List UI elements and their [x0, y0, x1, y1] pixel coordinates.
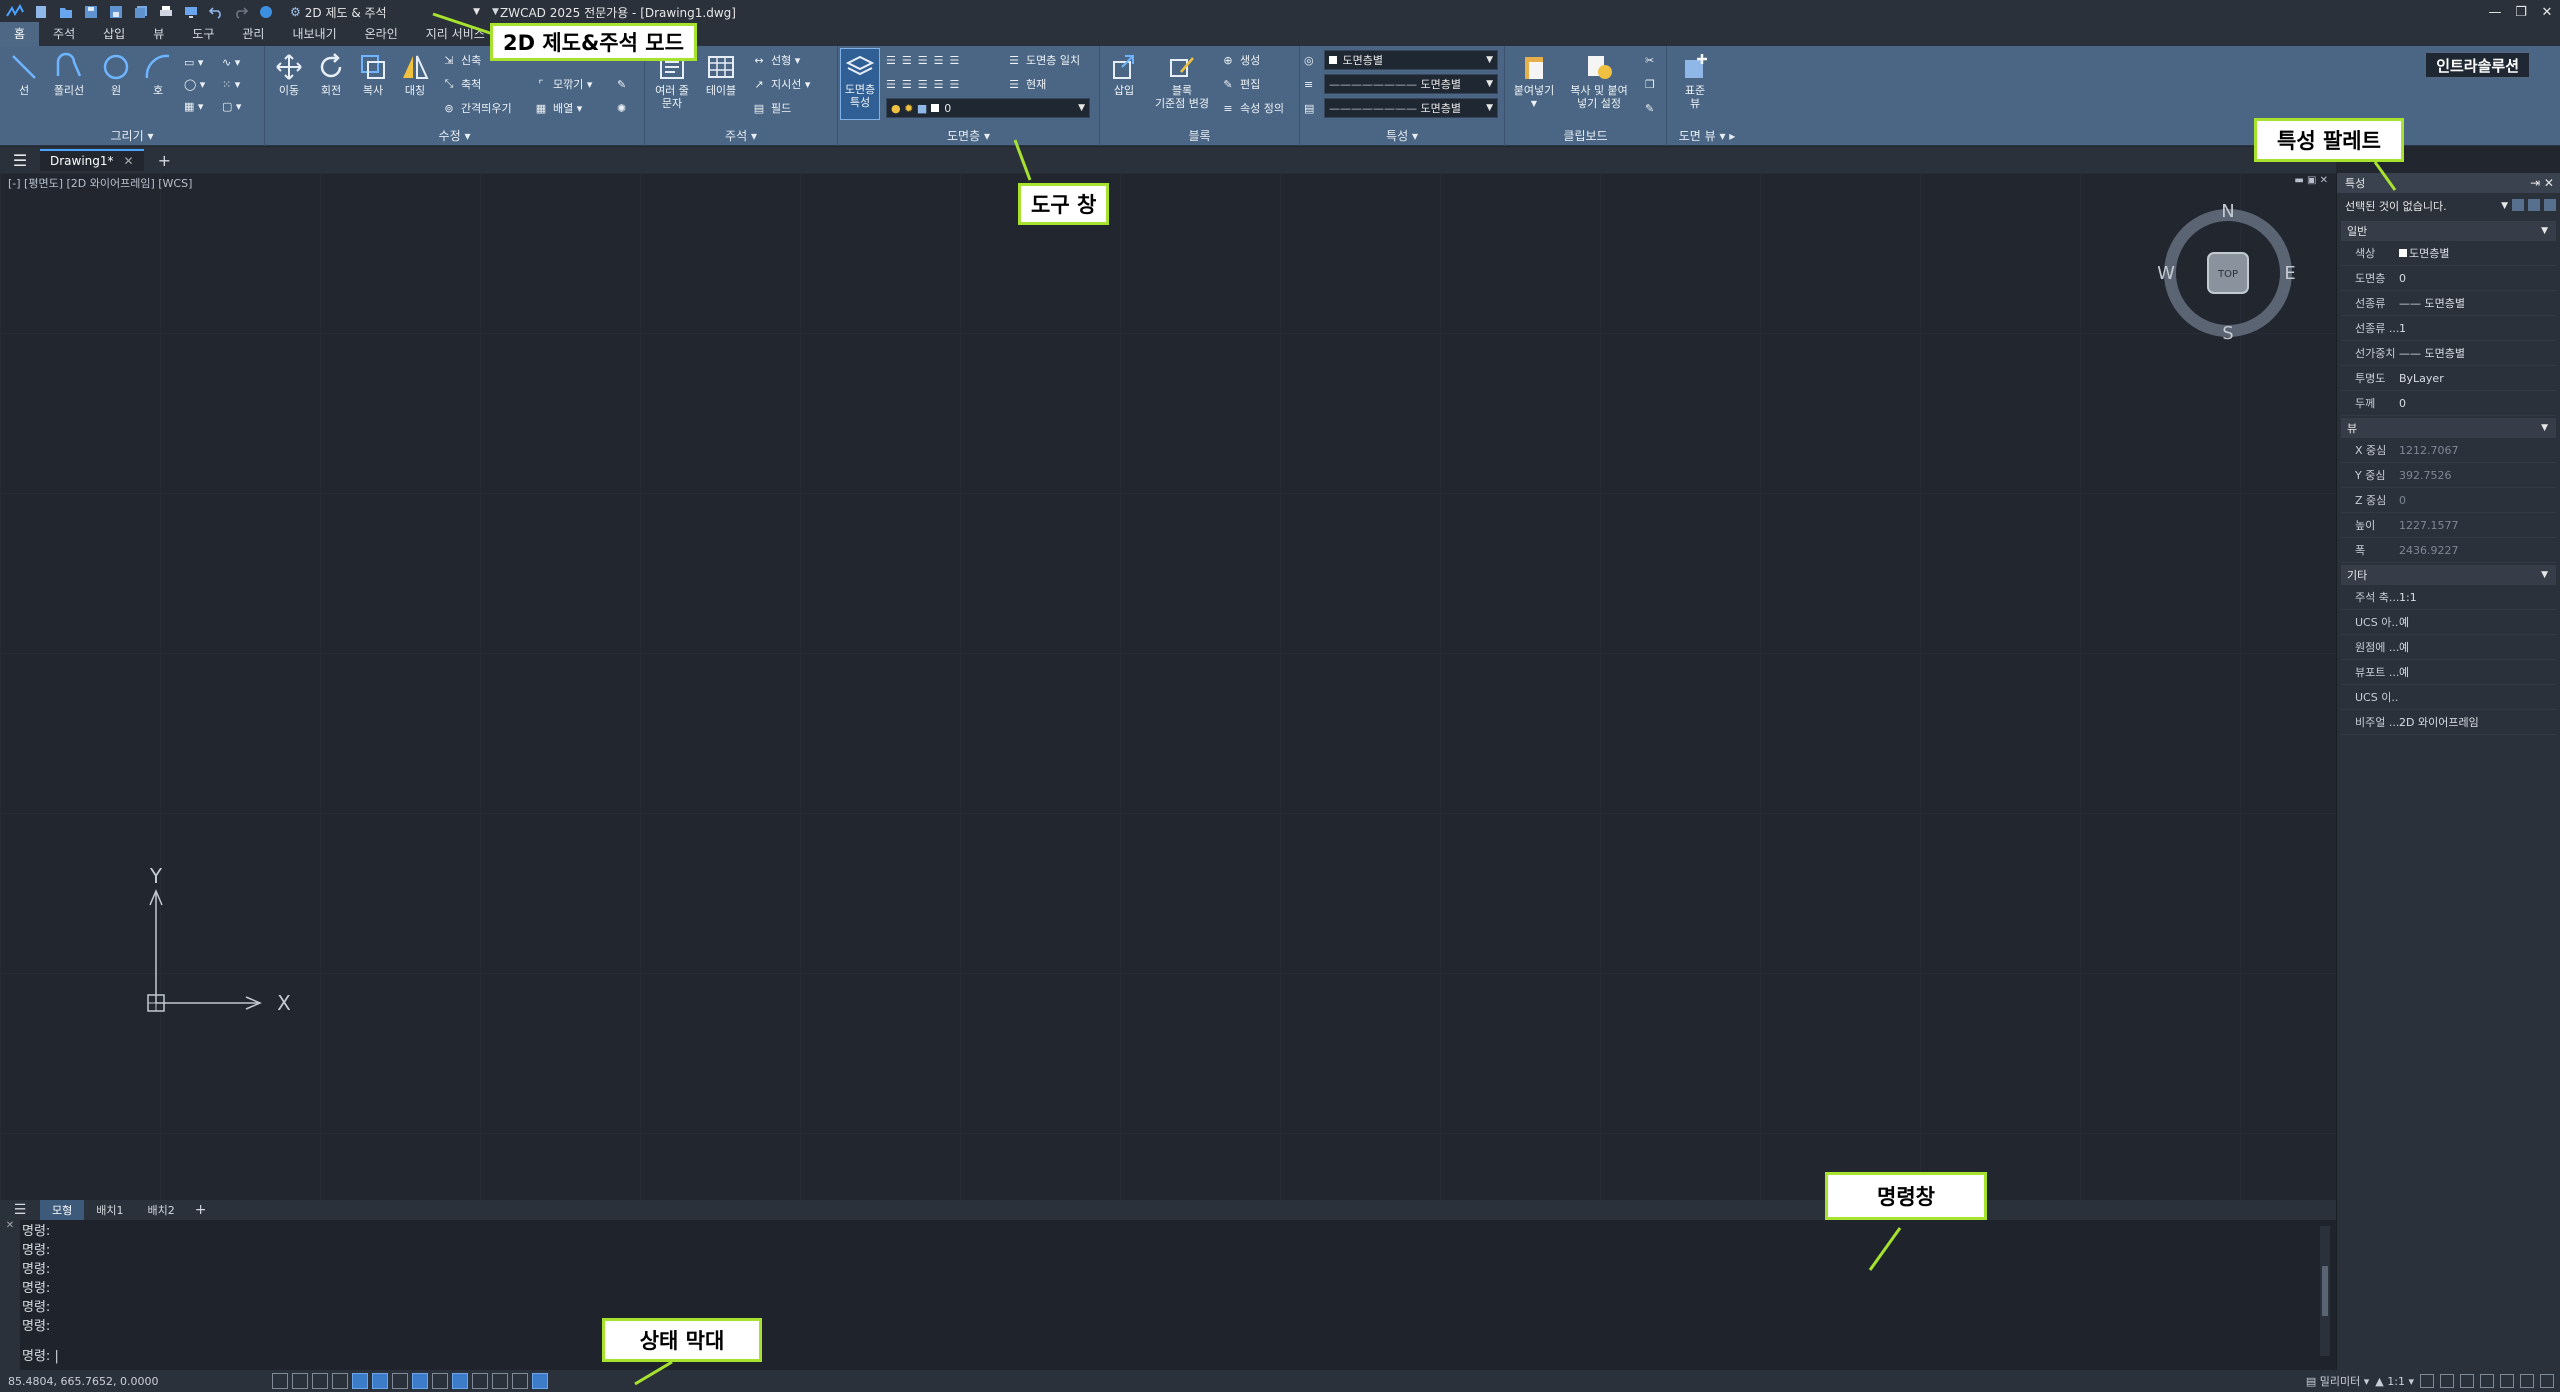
callout-workspace-mode: 2D 제도&주석 모드 — [490, 23, 697, 61]
callout-properties-palette: 특성 팔레트 — [2254, 118, 2404, 162]
callout-command-window: 명령창 — [1825, 1172, 1987, 1220]
callout-status-bar: 상태 막대 — [602, 1318, 762, 1362]
callout-leaders — [432, 12, 2397, 1386]
callout-tool-window: 도구 창 — [1018, 183, 1110, 225]
zwcad-window: ⚙ 2D 제도 & 주석 ▼ ▼ ZWCAD 2025 전문가용 - [Draw… — [0, 0, 2560, 1392]
